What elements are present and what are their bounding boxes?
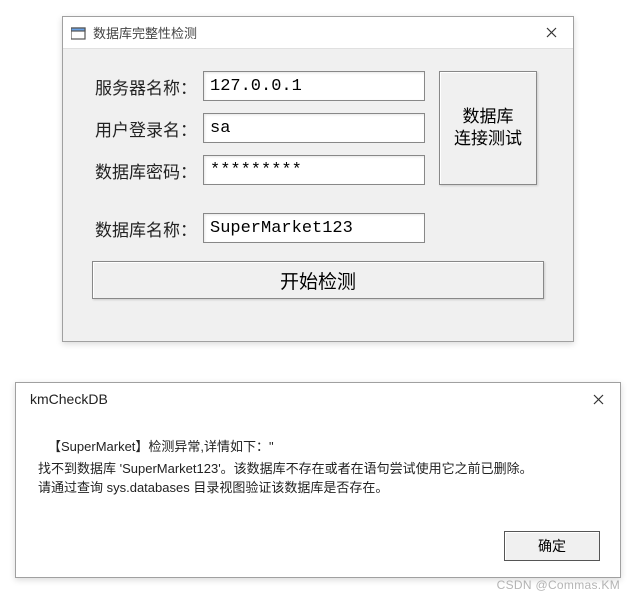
dialog-title: kmCheckDB — [24, 391, 108, 407]
password-label: 数据库密码： — [83, 158, 203, 183]
server-label: 服务器名称： — [83, 74, 203, 99]
server-row: 服务器名称： — [83, 71, 425, 101]
dialog-titlebar-controls — [576, 383, 620, 415]
ok-button[interactable]: 确定 — [504, 531, 600, 561]
dialog-titlebar: kmCheckDB — [16, 383, 620, 415]
message-line-3: 请通过查询 sys.databases 目录视图验证该数据库是否存在。 — [38, 478, 600, 498]
password-row: 数据库密码： — [83, 155, 425, 185]
message-line-2: 找不到数据库 'SuperMarket123'。该数据库不存在或者在语句尝试使用… — [38, 459, 600, 479]
dbname-label: 数据库名称： — [83, 216, 203, 241]
close-button[interactable] — [529, 17, 573, 49]
test-connection-button[interactable]: 数据库 连接测试 — [439, 71, 537, 185]
window-body: 服务器名称： 用户登录名： 数据库密码： 数据库 连接测试 数据库名称： 开始检… — [63, 49, 573, 317]
user-label: 用户登录名： — [83, 116, 203, 141]
upper-fields: 服务器名称： 用户登录名： 数据库密码： — [83, 71, 425, 197]
server-input[interactable] — [203, 71, 425, 101]
start-check-button[interactable]: 开始检测 — [92, 261, 544, 299]
dialog-button-row: 确定 — [504, 531, 600, 561]
upper-group: 服务器名称： 用户登录名： 数据库密码： 数据库 连接测试 — [83, 71, 553, 197]
window-title: 数据库完整性检测 — [93, 23, 197, 42]
dialog-body: 【SuperMarket】检测异常,详情如下：" 找不到数据库 'SuperMa… — [16, 415, 620, 508]
password-input[interactable] — [203, 155, 425, 185]
user-input[interactable] — [203, 113, 425, 143]
dbname-input[interactable] — [203, 213, 425, 243]
titlebar-controls — [529, 17, 573, 49]
message-dialog: kmCheckDB 【SuperMarket】检测异常,详情如下：" 找不到数据… — [15, 382, 621, 578]
dialog-close-button[interactable] — [576, 383, 620, 415]
app-icon — [71, 26, 87, 40]
titlebar: 数据库完整性检测 — [63, 17, 573, 49]
main-window: 数据库完整性检测 服务器名称： 用户登录名： — [62, 16, 574, 342]
watermark: CSDN @Commas.KM — [497, 578, 620, 592]
message-line-1: 【SuperMarket】检测异常,详情如下：" — [48, 437, 600, 457]
titlebar-left: 数据库完整性检测 — [71, 23, 197, 42]
dbname-row: 数据库名称： — [83, 213, 553, 243]
user-row: 用户登录名： — [83, 113, 425, 143]
